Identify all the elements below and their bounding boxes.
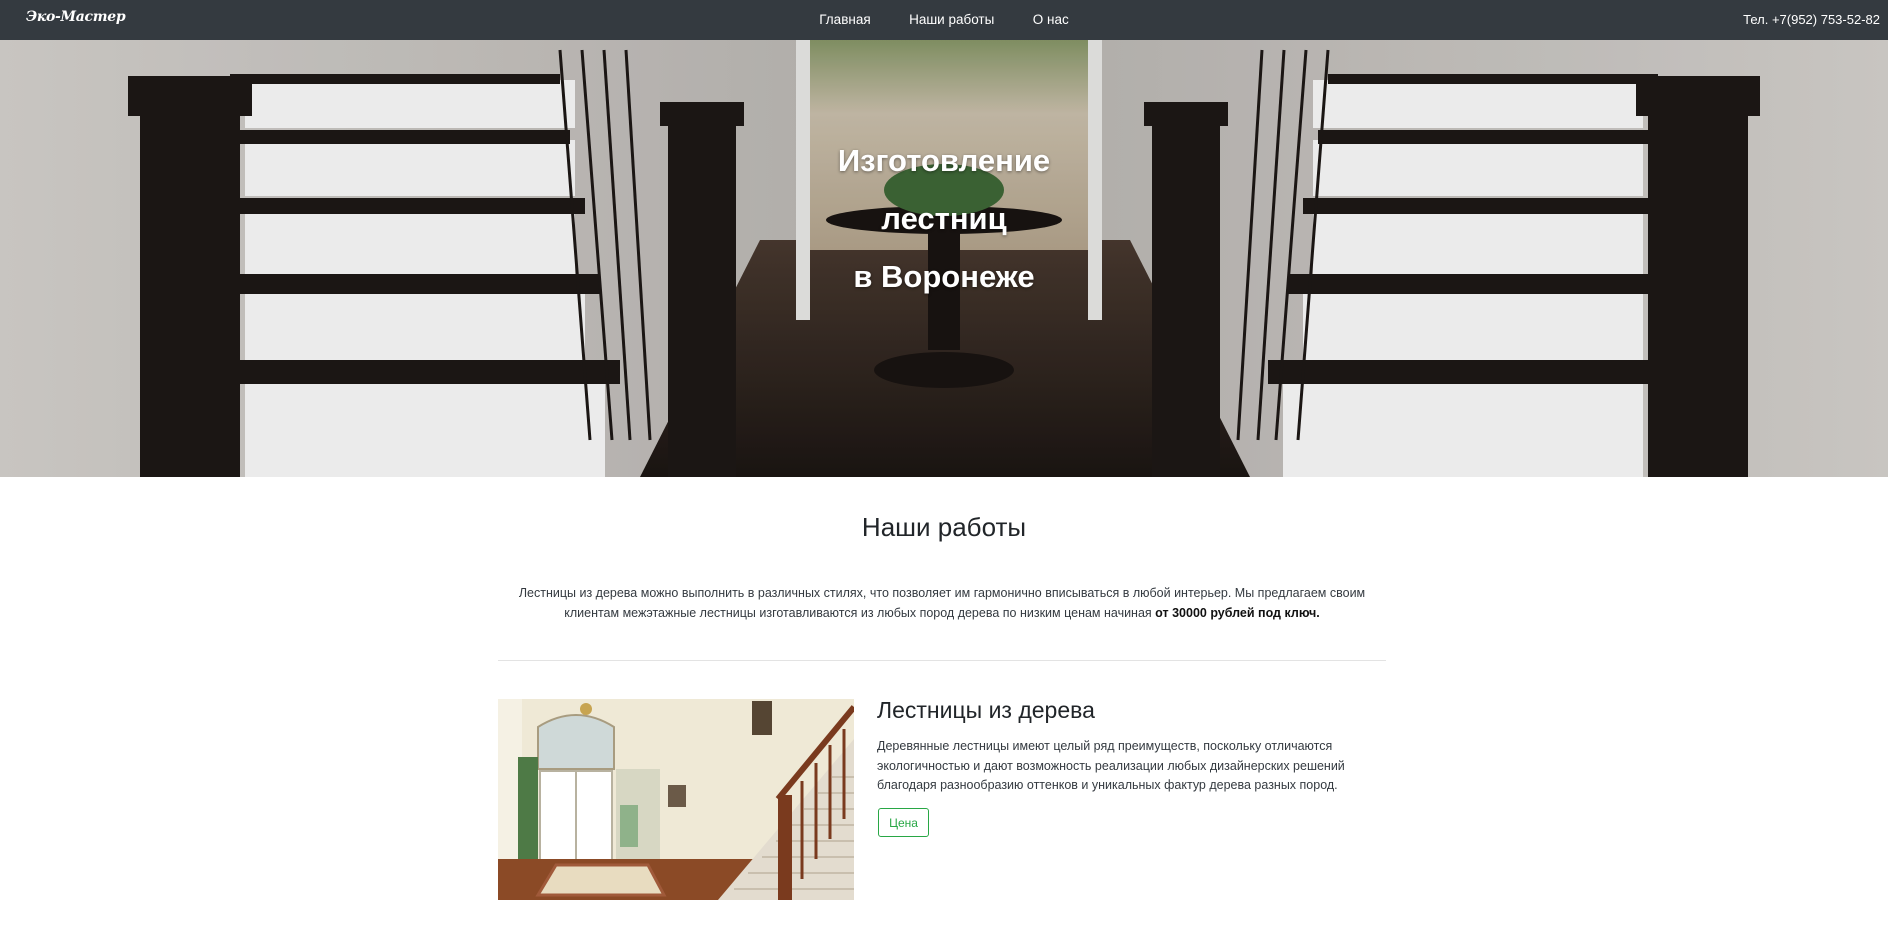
brand-logo[interactable]: Эко-Мастер (26, 9, 126, 25)
nav-menu: Главная Наши работы О нас (0, 0, 1888, 40)
works-section-title: Наши работы (861, 512, 1027, 542)
phone-number: Тел. +7(952) 753-52-82 (1743, 12, 1880, 27)
navbar: Эко-Мастер Главная Наши работы О нас Тел… (0, 0, 1888, 40)
hero-banner: Изготовление лестниц в Воронеже (0, 40, 1888, 477)
nav-link-about[interactable]: О нас (1033, 0, 1069, 40)
section-divider (498, 660, 1386, 661)
price-button[interactable]: Цена (878, 808, 929, 837)
nav-link-works[interactable]: Наши работы (909, 0, 994, 40)
nav-link-home[interactable]: Главная (819, 0, 870, 40)
hero-title-line-2: лестниц (881, 201, 1007, 236)
wooden-stairs-image (498, 699, 854, 900)
works-lead-paragraph: Лестницы из дерева можно выполнить в раз… (498, 584, 1386, 623)
hero-title-line-1: Изготовление (837, 143, 1051, 178)
card-description: Деревянные лестницы имеют целый ряд преи… (877, 739, 1345, 792)
card-title: Лестницы из дерева (877, 697, 1095, 723)
hero-title-line-3: в Воронеже (853, 259, 1035, 294)
works-lead-price: от 30000 рублей под ключ. (1155, 605, 1320, 620)
hero-title: Изготовление лестниц в Воронеже (744, 132, 1144, 306)
